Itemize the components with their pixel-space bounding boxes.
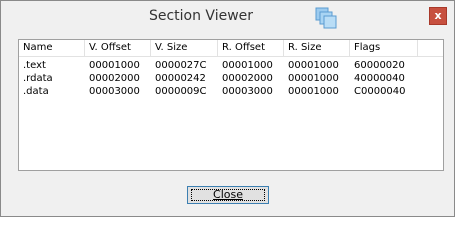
window-title: Section Viewer xyxy=(1,8,456,24)
cell-r-size: 00001000 xyxy=(288,86,339,97)
column-header-name[interactable]: Name xyxy=(19,40,85,56)
column-header-r-size[interactable]: R. Size xyxy=(284,40,350,56)
cell-name: .data xyxy=(23,86,49,97)
column-header-v-offset[interactable]: V. Offset xyxy=(85,40,151,56)
cell-r-size: 00001000 xyxy=(288,60,339,71)
window-title-text: Section Viewer xyxy=(148,8,254,24)
cell-v-offset: 00003000 xyxy=(89,86,140,97)
cell-r-offset: 00002000 xyxy=(222,73,273,84)
cell-v-size: 00000242 xyxy=(155,73,206,84)
column-header-filler xyxy=(418,40,443,56)
section-list[interactable]: Name V. Offset V. Size R. Offset R. Size… xyxy=(18,39,444,171)
table-row[interactable]: .text 00001000 0000027C 00001000 0000100… xyxy=(19,59,443,72)
title-bar[interactable]: Section Viewer x xyxy=(1,1,454,33)
cell-v-size: 0000009C xyxy=(155,86,207,97)
column-header-v-size[interactable]: V. Size xyxy=(151,40,218,56)
column-header-r-offset[interactable]: R. Offset xyxy=(218,40,284,56)
section-viewer-window: Section Viewer x Name V. Offset V. Size … xyxy=(0,0,455,217)
close-button[interactable]: Close xyxy=(187,186,269,204)
window-close-button[interactable]: x xyxy=(429,7,447,25)
close-button-label: Close xyxy=(213,188,243,201)
close-icon: x xyxy=(434,9,442,22)
cell-flags: 60000020 xyxy=(354,60,405,71)
table-row[interactable]: .data 00003000 0000009C 00003000 0000100… xyxy=(19,85,443,98)
cell-name: .text xyxy=(23,60,46,71)
table-row[interactable]: .rdata 00002000 00000242 00002000 000010… xyxy=(19,72,443,85)
cell-r-size: 00001000 xyxy=(288,73,339,84)
cell-name: .rdata xyxy=(23,73,53,84)
cell-r-offset: 00003000 xyxy=(222,86,273,97)
copy-windows-icon xyxy=(315,7,337,29)
cell-v-offset: 00002000 xyxy=(89,73,140,84)
cell-v-offset: 00001000 xyxy=(89,60,140,71)
cell-v-size: 0000027C xyxy=(155,60,207,71)
column-header-flags[interactable]: Flags xyxy=(350,40,418,56)
cell-flags: C0000040 xyxy=(354,86,406,97)
list-header: Name V. Offset V. Size R. Offset R. Size… xyxy=(19,40,443,57)
cell-r-offset: 00001000 xyxy=(222,60,273,71)
cell-flags: 40000040 xyxy=(354,73,405,84)
